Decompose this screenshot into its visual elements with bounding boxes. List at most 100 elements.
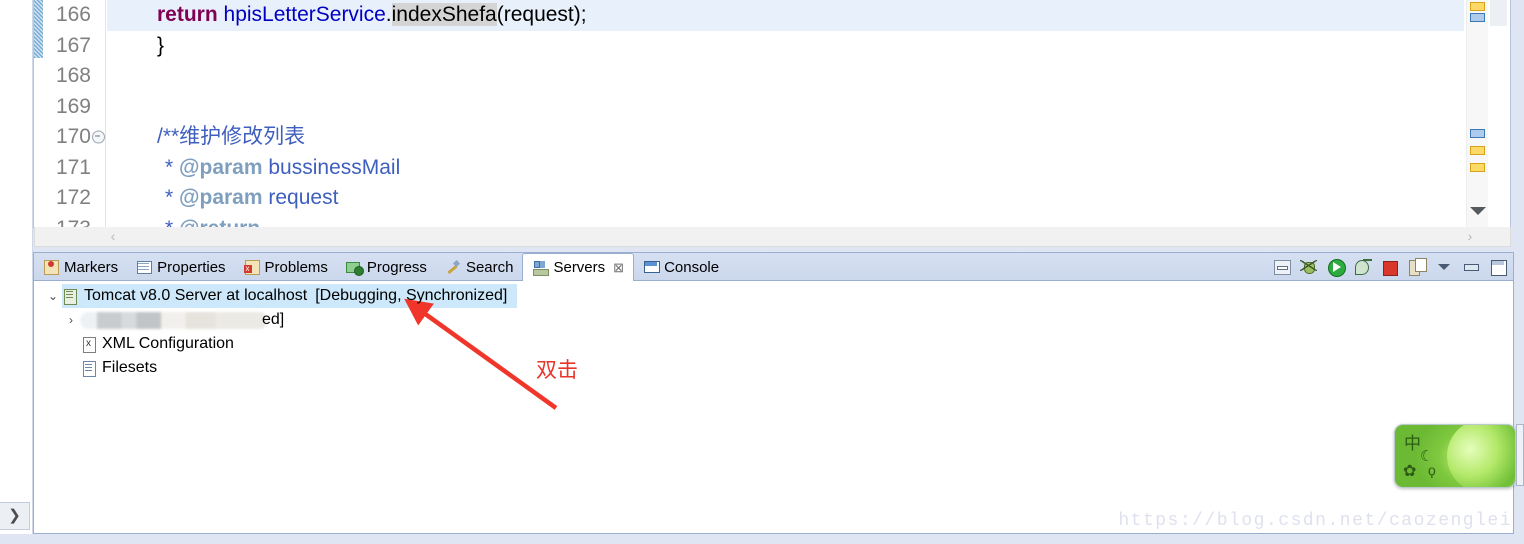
tab-search[interactable]: Search [436, 253, 523, 281]
tree-row-filesets[interactable]: Filesets [34, 356, 1513, 380]
servers-tree[interactable]: ⌄ Tomcat v8.0 Server at localhost [Debug… [34, 281, 1513, 533]
editor-vertical-scrollbar[interactable] [1488, 0, 1510, 227]
code-line: * @param bussinessMail [107, 153, 1464, 184]
code-javadoc-tag: @param [179, 186, 263, 209]
line-number: 167 [55, 33, 91, 57]
line-number: 168 [55, 64, 91, 87]
code-line: * @param request [107, 183, 1464, 214]
ruler-info-mark[interactable] [1470, 13, 1485, 22]
xml-configuration-label: XML Configuration [102, 335, 234, 352]
eclipse-window: ❯ 166 167 168 169 170 171 172 173 r [0, 0, 1524, 544]
stop-icon[interactable] [1381, 258, 1399, 276]
scroll-left-arrow-icon[interactable]: ‹ [107, 229, 119, 243]
minimize-icon[interactable] [1462, 258, 1480, 276]
fold-collapse-icon[interactable] [92, 130, 105, 144]
code-editor[interactable]: 166 167 168 169 170 171 172 173 return h… [33, 0, 1511, 240]
tree-row-module[interactable]: › ed] [34, 308, 1513, 332]
chevron-right-icon[interactable]: › [62, 313, 80, 327]
code-identifier: hpisLetterService [223, 3, 386, 26]
properties-icon [136, 259, 153, 275]
line-number: 171 [55, 155, 91, 179]
status-badge: [Debugging, Synchronized] [315, 287, 508, 304]
ime-side-scrollbar[interactable] [1516, 424, 1524, 486]
maximize-icon[interactable] [1489, 258, 1507, 276]
code-javadoc-value: request [262, 186, 339, 209]
view-tabs: Markers Properties Problems Progress Sea [34, 253, 728, 282]
code-javadoc-tag: @param [179, 155, 263, 179]
tab-problems[interactable]: Problems [235, 253, 337, 281]
xml-icon [80, 336, 97, 353]
ruler-warning-mark[interactable] [1470, 2, 1485, 11]
code-brace: } [157, 33, 165, 57]
ime-language-icon[interactable]: 中 [1404, 429, 1421, 454]
ruler-warning-mark[interactable] [1470, 146, 1485, 155]
code-comment: /**维护修改列表 [157, 125, 306, 148]
left-view-rail [0, 0, 33, 536]
publish-icon[interactable] [1408, 258, 1427, 276]
code-comment-star: * [165, 155, 180, 179]
restore-view-button[interactable]: ❯ [0, 502, 30, 530]
tree-row-xml-configuration[interactable]: XML Configuration [34, 332, 1513, 356]
change-indicator-bar [34, 0, 43, 58]
tab-markers[interactable]: Markers [34, 253, 127, 281]
code-line: return hpisLetterService.indexShefa(requ… [107, 0, 1464, 31]
servers-icon [532, 260, 550, 276]
code-line: } [107, 31, 1464, 62]
tab-label: Markers [64, 258, 119, 276]
view-tab-bar: Markers Properties Problems Progress Sea [34, 253, 1513, 282]
chevron-down-icon[interactable]: ⌄ [44, 289, 62, 303]
ruler-info-mark[interactable] [1470, 129, 1485, 138]
leaf-decoration-icon [1439, 425, 1515, 487]
ruler-warning-mark[interactable] [1470, 163, 1485, 172]
filesets-label: Filesets [102, 359, 158, 376]
code-javadoc-tag: @return [179, 217, 260, 228]
profile-icon[interactable] [1354, 258, 1372, 276]
tab-label: Servers [553, 259, 606, 276]
line-number: 170 [43, 122, 105, 153]
tab-servers[interactable]: Servers ⊠ [522, 253, 635, 282]
line-number: 172 [55, 186, 91, 209]
console-icon [643, 259, 661, 275]
editor-horizontal-scrollbar[interactable]: ‹ › [34, 227, 1511, 247]
scrollbar-thumb[interactable] [1490, 0, 1507, 26]
close-icon[interactable]: ⊠ [613, 260, 624, 276]
overview-ruler[interactable] [1466, 0, 1488, 227]
ime-gear-icon[interactable]: ✿ [1403, 461, 1416, 481]
code-comment-star: * [165, 186, 180, 209]
annotation-label: 双击 [536, 359, 578, 382]
progress-icon [345, 259, 364, 276]
view-menu-icon[interactable] [1435, 258, 1453, 276]
ime-input-widget[interactable]: 中 ☾ ✿ ϙ [1394, 424, 1516, 488]
scroll-right-arrow-icon[interactable]: › [1464, 229, 1476, 243]
ime-mic-icon[interactable]: ϙ [1428, 462, 1436, 478]
markers-icon [43, 259, 59, 275]
code-keyword: return [157, 3, 218, 26]
code-punct: . [385, 3, 392, 26]
watermark-text: https://blog.csdn.net/caozenglei [1118, 511, 1512, 531]
tab-progress[interactable]: Progress [337, 253, 436, 281]
debug-icon[interactable] [1300, 258, 1318, 276]
tab-console[interactable]: Console [634, 253, 728, 281]
module-status-suffix: ed] [262, 311, 285, 328]
code-comment-star: * [157, 217, 179, 228]
code-line: * @return [107, 214, 1464, 228]
minimize-all-icon[interactable] [1273, 258, 1291, 276]
tab-label: Progress [366, 258, 427, 276]
filesets-icon [80, 360, 97, 377]
tab-label: Properties [157, 258, 226, 276]
redacted-label [80, 311, 268, 329]
tree-row-server[interactable]: ⌄ Tomcat v8.0 Server at localhost [Debug… [34, 284, 1513, 308]
scroll-down-arrow-icon[interactable] [1470, 207, 1486, 215]
tab-properties[interactable]: Properties [127, 253, 234, 281]
problems-icon [243, 259, 260, 275]
search-icon [445, 259, 461, 275]
start-icon[interactable] [1327, 258, 1346, 277]
editor-text-area[interactable]: return hpisLetterService.indexShefa(requ… [107, 0, 1464, 227]
change-ruler [34, 0, 43, 227]
server-icon [62, 288, 79, 305]
restore-chevron-icon: ❯ [8, 507, 21, 524]
code-args: (request); [496, 3, 587, 26]
editor-gutter[interactable]: 166 167 168 169 170 171 172 173 [34, 0, 106, 240]
server-label: Tomcat v8.0 Server at localhost [84, 287, 308, 304]
